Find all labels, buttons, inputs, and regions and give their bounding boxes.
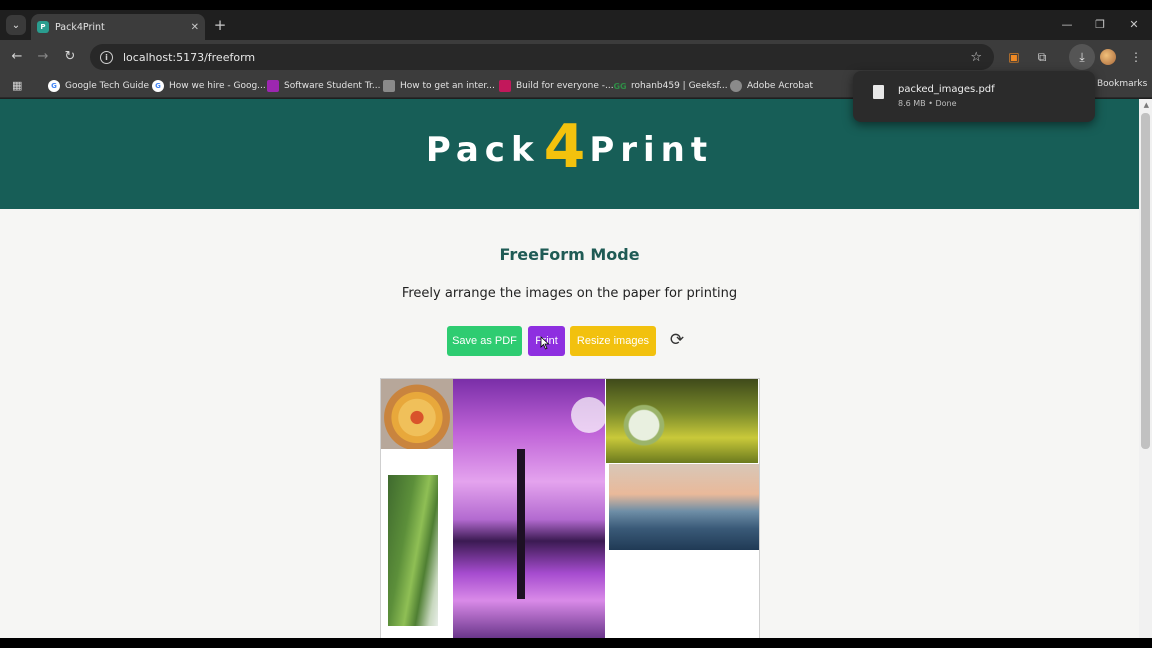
downloads-icon[interactable]: ⤓ [1069,44,1095,70]
bookmark-item[interactable]: G Google Tech Guide [48,79,149,93]
bookmark-icon [267,80,279,92]
close-window-icon[interactable]: ✕ [1123,16,1145,34]
pack4print-favicon-icon: P [37,21,49,33]
gfg-icon: GG [613,81,627,91]
resize-images-button[interactable]: Resize images [570,326,656,356]
page-subtitle: Freely arrange the images on the paper f… [401,286,738,301]
close-tab-icon[interactable]: ✕ [191,22,199,33]
profile-avatar[interactable] [1100,49,1116,65]
pizza-image[interactable] [381,379,453,449]
tab-strip: ⌄ P Pack4Print ✕ + — ❐ ✕ [0,10,1152,40]
download-bubble[interactable]: packed_images.pdf 8.6 MB • Done [853,71,1095,122]
browser-toolbar: ← → ↻ i localhost:5173/freeform ☆ ▣ ⧉ ⤓ … [0,40,1152,74]
logo-four: 4 [543,112,586,182]
scroll-up-icon[interactable]: ▲ [1144,101,1149,109]
save-as-pdf-button[interactable]: Save as PDF [447,326,522,356]
restore-icon[interactable]: ❐ [1089,16,1111,34]
bookmark-item[interactable]: How to get an inter... [383,79,495,93]
reload-icon[interactable]: ↻ [61,48,79,66]
doc-icon [383,80,395,92]
glass-globe-image[interactable] [606,379,758,463]
seascape-image[interactable] [609,464,759,550]
extension-icon[interactable]: ▣ [1005,48,1023,66]
grass-image[interactable] [388,475,438,626]
bookmark-item[interactable]: Software Student Tr... [267,79,380,93]
address-bar[interactable]: i localhost:5173/freeform ☆ [90,44,994,70]
purple-tree-image[interactable] [453,379,607,638]
refresh-icon[interactable]: ⟳ [667,330,687,350]
bookmark-item[interactable]: GG rohanb459 | Geeksf... [613,79,727,93]
tab-title: Pack4Print [55,21,105,33]
back-icon[interactable]: ← [8,48,26,66]
globe-icon [730,80,742,92]
scroll-thumb[interactable] [1141,113,1150,449]
extensions-puzzle-icon[interactable]: ⧉ [1033,48,1051,66]
bookmark-icon [499,80,511,92]
forward-icon[interactable]: → [34,48,52,66]
page-title: FreeForm Mode [499,245,640,264]
url-text: localhost:5173/freeform [123,50,256,64]
file-icon [873,85,884,99]
tab-search-icon[interactable]: ⌄ [6,15,26,35]
page-viewport: Pack4 Print FreeForm Mode Freely arrange … [0,99,1152,638]
bookmark-star-icon[interactable]: ☆ [970,50,982,65]
bookmark-item[interactable]: Build for everyone -... [499,79,614,93]
google-icon: G [152,80,164,92]
minimize-icon[interactable]: — [1056,16,1078,34]
bookmarks-folder[interactable]: Bookmarks [1097,79,1147,89]
moon-shape [571,397,607,433]
new-tab-icon[interactable]: + [211,16,229,34]
menu-kebab-icon[interactable]: ⋮ [1127,48,1145,66]
bookmark-item[interactable]: Adobe Acrobat [730,79,813,93]
print-paper-canvas[interactable] [380,378,760,638]
logo-print: Print [589,130,714,170]
pack4print-logo: Pack4 Print [0,115,1139,182]
apps-grid-icon[interactable]: ▦ [12,79,25,92]
download-filename: packed_images.pdf [898,84,995,95]
tab-pack4print[interactable]: P Pack4Print ✕ [31,14,205,40]
site-info-icon[interactable]: i [100,50,113,64]
bottom-letterbox [0,638,1152,648]
logo-pack: Pack [425,130,540,170]
google-icon: G [48,80,60,92]
mouse-cursor-icon [540,336,550,350]
browser-window: ⌄ P Pack4Print ✕ + — ❐ ✕ ← → ↻ i localho… [0,10,1152,638]
bookmark-item[interactable]: G How we hire - Goog... [152,79,266,93]
download-status: 8.6 MB • Done [898,99,957,108]
page-scrollbar[interactable]: ▲ [1139,99,1152,638]
tree-trunk-shape [517,449,525,599]
